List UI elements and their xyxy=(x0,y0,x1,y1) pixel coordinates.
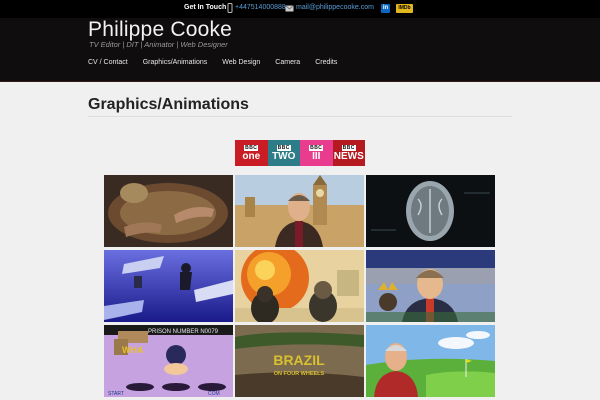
site-tagline: TV Editor | DIT | Animator | Web Designe… xyxy=(89,40,228,49)
page-title: Graphics/Animations xyxy=(88,96,249,113)
linkedin-icon[interactable]: in xyxy=(381,4,390,13)
contact-bar: Get In Touch +447514000888 mail@philippe… xyxy=(0,0,600,18)
main-nav: CV / Contact Graphics/Animations Web Des… xyxy=(88,59,352,66)
phone-link[interactable]: +447514000888 xyxy=(235,4,286,11)
prison-number-text: PRISON NUMBER N0079 xyxy=(148,329,219,335)
nav-camera[interactable]: Camera xyxy=(275,59,300,66)
crowned-presenter-illustration xyxy=(366,250,495,322)
thumb-golfer[interactable] xyxy=(366,325,495,397)
email-link[interactable]: mail@philippecooke.com xyxy=(296,4,374,11)
bbc-two-logo: BBC TWO xyxy=(267,140,300,166)
thumb-falling-figure[interactable] xyxy=(104,250,233,322)
nav-credits[interactable]: Credits xyxy=(315,59,337,66)
nav-cv-contact[interactable]: CV / Contact xyxy=(88,59,128,66)
thumb-westminster-presenter[interactable] xyxy=(235,175,364,247)
mail-icon xyxy=(285,5,294,12)
thumb-whack-game[interactable]: PRISON NUMBER N0079 WHA START COM xyxy=(104,325,233,397)
title-divider xyxy=(88,116,512,117)
brazil-title-text: BRAZIL xyxy=(273,352,325,368)
svg-text:WHA: WHA xyxy=(122,345,144,355)
brazil-subtitle-text: ON FOUR WHEELS xyxy=(274,371,325,377)
thumb-brain-scan[interactable] xyxy=(366,175,495,247)
bbc-news-logo: BBC NEWS xyxy=(332,140,365,166)
nav-web-design[interactable]: Web Design xyxy=(222,59,260,66)
bbc-channels-banner[interactable]: BBC one BBC TWO BBC III BBC NEWS xyxy=(235,140,365,166)
brain-scan-illustration xyxy=(366,175,495,247)
bbc-one-logo: BBC one xyxy=(235,140,268,166)
nav-graphics-animations[interactable]: Graphics/Animations xyxy=(143,59,208,66)
thumb-explosion-interview[interactable] xyxy=(235,250,364,322)
hands-illustration xyxy=(104,175,233,247)
thumb-brazil-wheels[interactable]: BRAZIL ON FOUR WHEELS xyxy=(235,325,364,397)
golfer-illustration xyxy=(366,325,495,397)
falling-figure-illustration xyxy=(104,250,233,322)
thumb-crowned-presenter[interactable] xyxy=(366,250,495,322)
imdb-link[interactable]: IMDb xyxy=(396,4,413,13)
brazil-wheels-illustration: BRAZIL ON FOUR WHEELS xyxy=(235,325,364,397)
thumb-hands[interactable] xyxy=(104,175,233,247)
site-title[interactable]: Philippe Cooke xyxy=(88,18,232,42)
phone-icon xyxy=(227,3,233,13)
game-corner-text: COM xyxy=(208,391,220,397)
whack-game-illustration: PRISON NUMBER N0079 WHA START COM xyxy=(104,325,233,397)
westminster-illustration xyxy=(235,175,364,247)
site-header: Philippe Cooke TV Editor | DIT | Animato… xyxy=(0,18,600,82)
game-start-text: START xyxy=(108,391,124,397)
explosion-illustration xyxy=(235,250,364,322)
bbc-three-logo: BBC III xyxy=(300,140,333,166)
get-in-touch-label: Get In Touch xyxy=(184,4,227,11)
